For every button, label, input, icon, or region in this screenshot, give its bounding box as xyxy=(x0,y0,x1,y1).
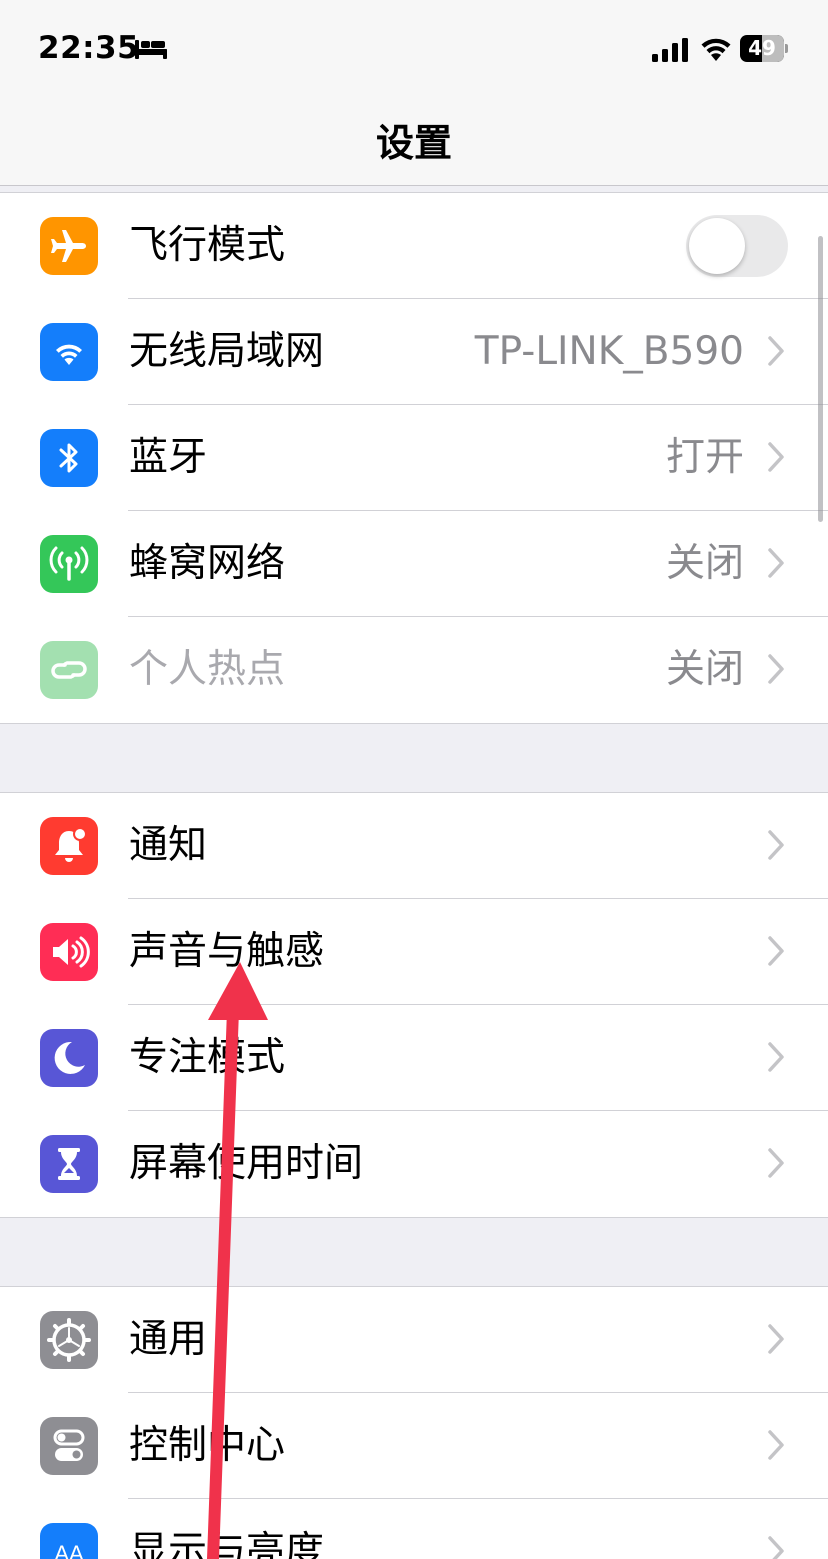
settings-row-label: 蓝牙 xyxy=(129,435,208,480)
chevron-right-icon xyxy=(768,548,784,578)
chevron-right-icon xyxy=(768,1430,784,1460)
chevron-right-icon xyxy=(768,336,784,366)
switches-icon xyxy=(40,1417,98,1475)
battery-icon: 49 xyxy=(740,35,788,62)
antenna-icon xyxy=(40,535,98,593)
settings-row-label: 屏幕使用时间 xyxy=(129,1141,364,1186)
chevron-right-icon xyxy=(768,1324,784,1354)
settings-row-label: 无线局域网 xyxy=(129,329,325,374)
settings-row-value: TP-LINK_B590 xyxy=(474,329,744,374)
cellular-signal-icon xyxy=(652,38,688,62)
settings-row-notifications[interactable]: 通知 xyxy=(0,793,828,899)
settings-row-label: 通知 xyxy=(129,823,208,868)
chevron-right-icon xyxy=(768,1042,784,1072)
settings-group-general: 通用 控制中心 AA 显示与亮度 xyxy=(0,1286,828,1559)
settings-row-wifi[interactable]: 无线局域网 TP-LINK_B590 xyxy=(0,299,828,405)
settings-row-cellular[interactable]: 蜂窝网络 关闭 xyxy=(0,511,828,617)
chevron-right-icon xyxy=(768,1536,784,1559)
speaker-icon xyxy=(40,923,98,981)
settings-row-screen-time[interactable]: 屏幕使用时间 xyxy=(0,1111,828,1217)
bluetooth-icon xyxy=(40,429,98,487)
chain-link-icon xyxy=(40,641,98,699)
settings-row-label: 声音与触感 xyxy=(129,929,325,974)
settings-row-value: 关闭 xyxy=(665,647,744,692)
wifi-icon xyxy=(40,323,98,381)
text-size-icon: AA xyxy=(40,1523,98,1559)
settings-group-connectivity: 飞行模式 无线局域网 TP-LINK_B590 蓝牙 打开 蜂窝网络 关闭 个人… xyxy=(0,192,828,724)
chevron-right-icon xyxy=(768,830,784,860)
chevron-right-icon xyxy=(768,1148,784,1178)
settings-row-hotspot[interactable]: 个人热点 关闭 xyxy=(0,617,828,723)
settings-row-label: 通用 xyxy=(129,1317,208,1362)
settings-row-label: 专注模式 xyxy=(129,1035,286,1080)
settings-row-label: 个人热点 xyxy=(129,647,286,692)
chevron-right-icon xyxy=(768,442,784,472)
bed-icon xyxy=(135,40,167,59)
page-title: 设置 xyxy=(375,121,452,165)
settings-row-general[interactable]: 通用 xyxy=(0,1287,828,1393)
chevron-right-icon xyxy=(768,654,784,684)
battery-level: 49 xyxy=(748,36,776,60)
wifi-icon xyxy=(701,38,731,61)
settings-row-label: 控制中心 xyxy=(129,1423,286,1468)
hourglass-icon xyxy=(40,1135,98,1193)
settings-row-label: 飞行模式 xyxy=(129,223,286,268)
moon-icon xyxy=(40,1029,98,1087)
text-size-icon-glyph: AA xyxy=(54,1541,84,1559)
settings-row-control-center[interactable]: 控制中心 xyxy=(0,1393,828,1499)
settings-group-notifications: 通知 声音与触感 专注模式 屏幕使用时间 xyxy=(0,792,828,1218)
airplane-icon xyxy=(40,217,98,275)
settings-row-label: 蜂窝网络 xyxy=(129,541,286,586)
settings-row-display-brightness[interactable]: AA 显示与亮度 xyxy=(0,1499,828,1559)
settings-row-airplane-mode[interactable]: 飞行模式 xyxy=(0,193,828,299)
status-time: 22:35 xyxy=(38,30,140,66)
settings-row-bluetooth[interactable]: 蓝牙 打开 xyxy=(0,405,828,511)
gear-icon xyxy=(40,1311,98,1369)
airplane-mode-toggle[interactable] xyxy=(686,215,788,277)
settings-row-label: 显示与亮度 xyxy=(129,1529,325,1559)
bell-icon xyxy=(40,817,98,875)
settings-row-focus[interactable]: 专注模式 xyxy=(0,1005,828,1111)
scroll-indicator[interactable] xyxy=(818,236,823,522)
settings-row-value: 关闭 xyxy=(665,541,744,586)
settings-row-sounds-haptics[interactable]: 声音与触感 xyxy=(0,899,828,1005)
settings-row-value: 打开 xyxy=(665,435,744,480)
chevron-right-icon xyxy=(768,936,784,966)
toggle-knob xyxy=(689,218,745,274)
